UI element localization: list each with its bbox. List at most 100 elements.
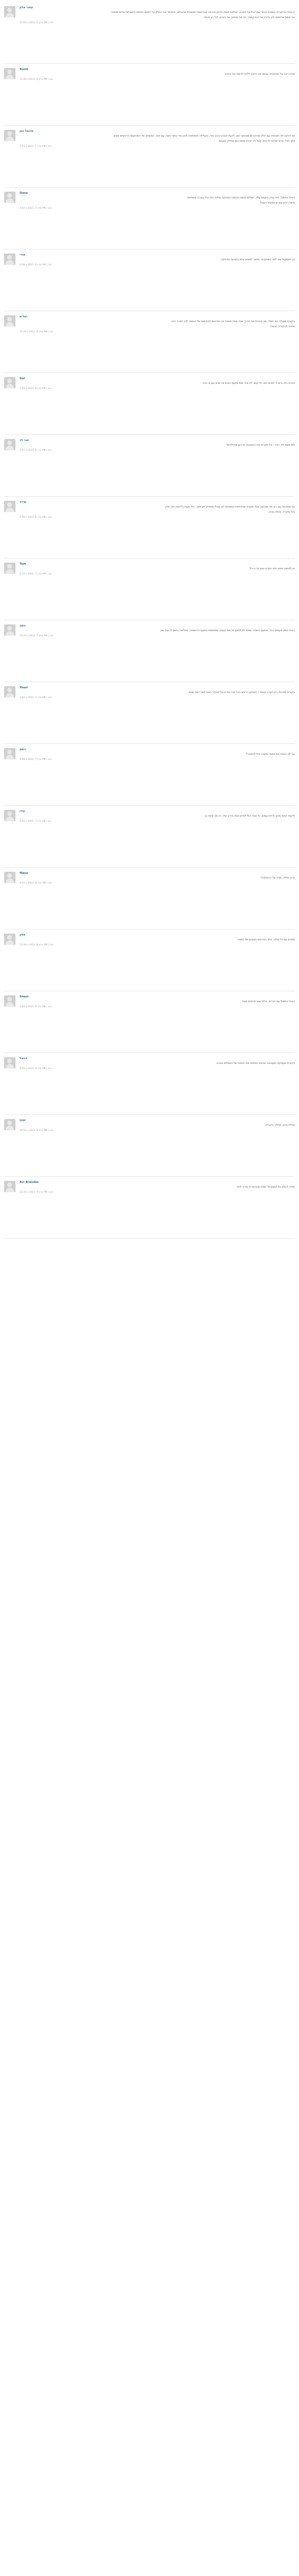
comment-body: Dana ראיתי אתמול, ואני עדיין חושבת עליו. …: [20, 192, 295, 242]
comment-author[interactable]: Yossi: [20, 686, 295, 689]
comment-item: נועה ראיתי אותו פעמיים כבר, ובפעם השנייה …: [4, 620, 295, 682]
avatar-icon: [4, 377, 15, 388]
avatar-icon: [4, 192, 15, 203]
comment-meta[interactable]: מרץ 8, 2012 ב-2:30 PM | הגב: [20, 1006, 295, 1008]
comment-item: Gal הסרט הזה גרם לי לבכות כמו ילד קטן. לא…: [4, 373, 295, 435]
avatar-icon: [4, 6, 15, 18]
comment-meta[interactable]: מרץ 8, 2012 ב-11:48 AM | הגב: [20, 944, 295, 946]
comment-text-2: אני חושב שהבמאי ידע בדיוק מה הוא עושה, ו…: [203, 16, 295, 19]
comment-text-2: בכל מקרה, אחלה סרט.: [268, 511, 295, 514]
avatar-icon: [4, 995, 15, 1007]
avatar-icon: [4, 686, 15, 698]
comment-body: אלון מסכים עם כל מילה. אחד הסרטים הטובים …: [20, 934, 295, 984]
comment-body: Shani ראיתי אתמול עם חברים, כולם יצאו מרו…: [20, 995, 295, 1045]
comment-meta[interactable]: מרץ 7, 2012 ב-3:40 PM | הגב: [20, 758, 295, 761]
comment-text: ראיתי אתמול, ואני עדיין חושבת עליו. הציל…: [186, 196, 295, 199]
comment-author[interactable]: Avi Brandes: [20, 1181, 295, 1184]
comment-author[interactable]: אבי לוי: [20, 439, 295, 442]
comment-text: יש למישהו מושג מתי הסרט יוצא בדי.וי.די?: [249, 567, 295, 570]
comment-meta[interactable]: מרץ 9, 2012 ב-12:35 PM | הגב: [20, 1191, 295, 1194]
comment-item: אורי כן, הפסקול יצא לפני כשבועיים. אפשר ל…: [4, 249, 295, 311]
comment-author[interactable]: יעל ש.: [20, 315, 295, 318]
comment-item: Avi Brandes תודה לכולם על התגובות! שמח שה…: [4, 1177, 295, 1239]
comment-item: Tom יש למישהו מושג מתי הסרט יוצא בדי.וי.ד…: [4, 558, 295, 620]
comment-meta[interactable]: מרץ 8, 2012 ב-9:15 AM | הגב: [20, 882, 295, 885]
comment-author[interactable]: דניאל: [20, 1057, 295, 1060]
comment-text: ראיתי אותו פעמיים כבר, ובפעם השנייה שמתי…: [159, 629, 295, 632]
comment-meta[interactable]: מרץ 6, 2012 ב-9:30 AM | הגב: [20, 264, 295, 266]
comment-author[interactable]: אורי: [20, 253, 295, 257]
avatar-icon: [4, 1181, 15, 1192]
comment-author[interactable]: אלון: [20, 934, 295, 937]
comments-page: עומר אלון זו אחת הביקורות הטובות ביותר שק…: [0, 0, 299, 1239]
comment-body: שירה אני מסכימה עם רוב מה שנכתב, אבל חשבת…: [20, 501, 295, 551]
comment-meta[interactable]: מרץ 5, 2012 ב-11:05 AM | הגב: [20, 22, 295, 24]
comment-meta[interactable]: מרץ 7, 2012 ב-1:05 PM | הגב: [20, 697, 295, 699]
comment-item: אבי לוי למי שעוד לא ראה – אל תקראו את התג…: [4, 435, 295, 497]
comment-text: תודה לכולם על התגובות! שמח שהביקורת עזרה…: [236, 1185, 295, 1189]
comment-meta[interactable]: מרץ 5, 2012 ב-4:02 PM | הגב: [20, 207, 295, 210]
avatar-icon: [4, 563, 15, 574]
comment-body: Maya סרט נפלא. תודה על ההמלצה! מרץ 8, 2012…: [20, 872, 295, 922]
comment-text: אני לא הבנתי את הסוף. מישהו יכול להסביר?: [245, 753, 295, 756]
comment-item: אלון מסכים עם כל מילה. אחד הסרטים הטובים …: [4, 929, 295, 991]
comment-text: הסרט הזה גרם לי לבכות כמו ילד קטן. לא זו…: [202, 382, 295, 385]
comment-text: כן, הפסקול יצא לפני כשבועיים. אפשר למצוא…: [220, 258, 295, 261]
comment-author[interactable]: מיכאל כהן: [20, 130, 295, 133]
comment-meta[interactable]: מרץ 6, 2012 ב-5:50 PM | הגב: [20, 516, 295, 519]
comment-body: דניאל ביקורת מעמיקה ומעניינת. אהבתי במיוח…: [20, 1057, 295, 1107]
comment-body: עידו לדעתי הסוף מכוון להיות עמום, כל אחד …: [20, 810, 295, 860]
comment-item: Lior אחלה סרט, אחלה ביקורת. מרץ 9, 2012 ב-…: [4, 1115, 295, 1177]
comment-text: מסכים עם כל מילה. אחד הסרטים הטובים של ה…: [237, 938, 295, 941]
comment-text-2: מישהו יודע אם יש פסקול רשמי?: [260, 201, 295, 205]
comment-author[interactable]: Shani: [20, 995, 295, 998]
comment-meta[interactable]: מרץ 7, 2012 ב-10:33 AM | הגב: [20, 635, 295, 637]
comment-body: Avi Brandes תודה לכולם על התגובות! שמח שה…: [20, 1181, 295, 1231]
avatar-icon: [4, 810, 15, 821]
comment-meta[interactable]: מרץ 6, 2012 ב-3:27 PM | הגב: [20, 449, 295, 452]
comment-body: אבי לוי למי שעוד לא ראה – אל תקראו את התג…: [20, 439, 295, 489]
comment-text: זו אחת הביקורות הטובות ביותר שקראתי על ה…: [110, 11, 295, 14]
comment-meta[interactable]: מרץ 6, 2012 ב-1:45 PM | הגב: [20, 387, 295, 390]
comment-text: אחלה סרט, אחלה ביקורת.: [265, 1124, 295, 1127]
comment-author[interactable]: Tom: [20, 563, 295, 566]
comment-meta[interactable]: מרץ 7, 2012 ב-8:12 AM | הגב: [20, 573, 295, 575]
avatar-icon: [4, 501, 15, 512]
comment-body: מיכאל כהן אני דווקא לא הסכמתי עם חלק מהדב…: [20, 130, 295, 180]
comment-author[interactable]: Gal: [20, 377, 295, 380]
avatar-icon: [4, 68, 15, 79]
comment-body: רותם אני לא הבנתי את הסוף. מישהו יכול להס…: [20, 748, 295, 798]
comment-meta[interactable]: מרץ 6, 2012 ב-11:18 AM | הגב: [20, 331, 295, 333]
comment-item: Shani ראיתי אתמול עם חברים, כולם יצאו מרו…: [4, 991, 295, 1053]
comment-body: עומר אלון זו אחת הביקורות הטובות ביותר שק…: [20, 6, 295, 56]
comment-author[interactable]: עומר אלון: [20, 6, 295, 9]
comment-item: יעל ש. ביקורת מעולה כמו תמיד. אני אוהבת א…: [4, 311, 295, 373]
comment-item: דניאל ביקורת מעמיקה ומעניינת. אהבתי במיוח…: [4, 1053, 295, 1115]
comment-author[interactable]: נועה: [20, 624, 295, 628]
comment-author[interactable]: Ronit: [20, 68, 295, 71]
comment-author[interactable]: Dana: [20, 192, 295, 195]
comment-author[interactable]: Maya: [20, 872, 295, 875]
comment-meta[interactable]: מרץ 5, 2012 ב-2:15 PM | הגב: [20, 145, 295, 148]
comment-body: Tom יש למישהו מושג מתי הסרט יוצא בדי.וי.ד…: [20, 563, 295, 613]
comment-meta[interactable]: מרץ 9, 2012 ב-10:10 AM | הגב: [20, 1129, 295, 1132]
comment-item: עידו לדעתי הסוף מכוון להיות עמום, כל אחד …: [4, 806, 295, 868]
comment-item: Yossi ביקורת מצוינת. רק הערה קטנה – השחקן…: [4, 682, 295, 744]
comment-author[interactable]: עידו: [20, 810, 295, 813]
comment-author[interactable]: רותם: [20, 748, 295, 751]
comment-item: Maya סרט נפלא. תודה על ההמלצה! מרץ 8, 2012…: [4, 868, 295, 929]
comment-meta[interactable]: מרץ 8, 2012 ב-4:55 PM | הגב: [20, 1067, 295, 1070]
avatar-icon: [4, 253, 15, 265]
comment-meta[interactable]: מרץ 5, 2012 ב-12:40 PM | הגב: [20, 78, 295, 81]
comment-text: אני מסכימה עם רוב מה שנכתב, אבל חשבתי שה…: [164, 505, 295, 509]
comment-item: רותם אני לא הבנתי את הסוף. מישהו יכול להס…: [4, 744, 295, 806]
comment-meta[interactable]: מרץ 7, 2012 ב-5:22 PM | הגב: [20, 820, 295, 823]
comment-body: Gal הסרט הזה גרם לי לבכות כמו ילד קטן. לא…: [20, 377, 295, 427]
comment-body: Lior אחלה סרט, אחלה ביקורת. מרץ 9, 2012 ב-…: [20, 1119, 295, 1169]
comment-text-2: מחכה לביקורת הבאה!: [270, 325, 295, 328]
comment-text: ביקורת מעולה כמו תמיד. אני אוהבת את הדרך…: [171, 320, 295, 323]
avatar-icon: [4, 439, 15, 450]
comment-author[interactable]: שירה: [20, 501, 295, 504]
comment-author[interactable]: Lior: [20, 1119, 295, 1122]
comment-body: יעל ש. ביקורת מעולה כמו תמיד. אני אוהבת א…: [20, 315, 295, 365]
